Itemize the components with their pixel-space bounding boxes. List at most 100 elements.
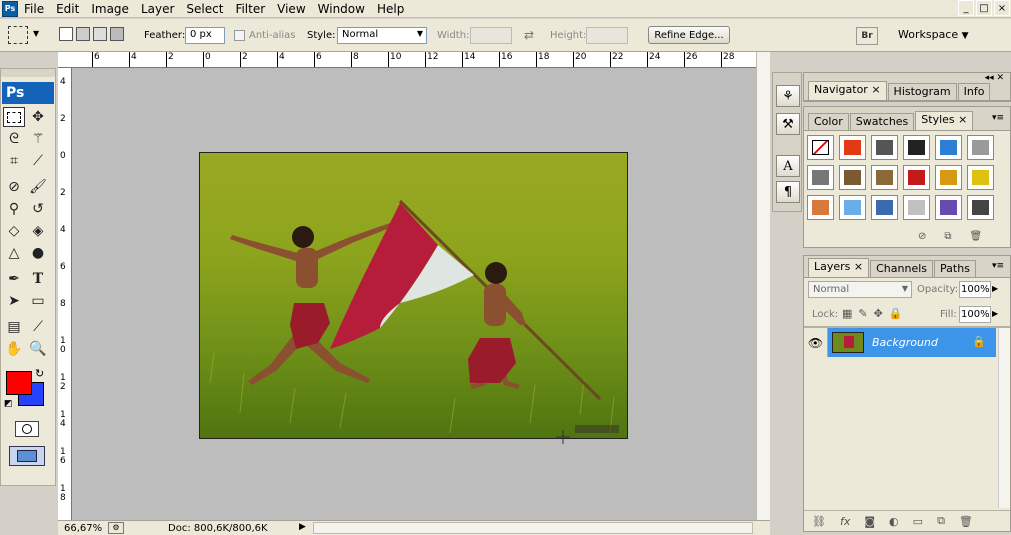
- none-style-swatch[interactable]: [807, 135, 834, 160]
- screen-mode-icon[interactable]: [9, 446, 45, 466]
- tool-presets-panel-icon[interactable]: ⚒: [776, 113, 800, 135]
- tab-histogram[interactable]: Histogram: [887, 83, 957, 100]
- rectangle-shape-tool-icon[interactable]: ▭: [27, 291, 49, 311]
- rainbow-style-swatch[interactable]: [935, 165, 962, 190]
- trash-icon[interactable]: 🗑: [959, 515, 973, 528]
- tab-navigator[interactable]: Navigator ×: [808, 81, 887, 100]
- tab-channels[interactable]: Channels: [870, 260, 934, 277]
- menu-select[interactable]: Select: [180, 0, 229, 18]
- blue-glass-style-swatch[interactable]: [935, 135, 962, 160]
- charcoal-style-swatch[interactable]: [967, 195, 994, 220]
- tab-info[interactable]: Info: [957, 83, 991, 100]
- pen-tool-icon[interactable]: ✒: [3, 269, 25, 289]
- eye-visibility-icon[interactable]: 👁: [804, 328, 828, 357]
- feather-input[interactable]: 0 px: [185, 27, 225, 44]
- notes-tool-icon[interactable]: ▤: [3, 317, 25, 337]
- history-brush-tool-icon[interactable]: ↺: [27, 199, 49, 219]
- chevron-down-icon[interactable]: ▼: [33, 29, 39, 38]
- lock-all-icon[interactable]: 🔒: [889, 307, 903, 320]
- panel-collapse-icon[interactable]: ◂◂ ✕: [985, 73, 1004, 83]
- marquee-tool-icon[interactable]: [3, 107, 25, 127]
- zoom-level[interactable]: 66,67%: [64, 523, 102, 534]
- menu-edit[interactable]: Edit: [50, 0, 85, 18]
- path-selection-tool-icon[interactable]: ➤: [3, 291, 25, 311]
- zoom-tool-icon[interactable]: 🔍: [27, 339, 49, 359]
- close-icon[interactable]: ×: [854, 260, 863, 273]
- eraser-tool-icon[interactable]: ◇: [3, 221, 25, 241]
- rectangular-marquee-preset-icon[interactable]: [8, 26, 28, 44]
- sky-style-swatch[interactable]: [871, 195, 898, 220]
- anti-alias-checkbox[interactable]: [234, 30, 245, 41]
- quick-mask-mode-icon[interactable]: [15, 421, 39, 437]
- menu-layer[interactable]: Layer: [135, 0, 180, 18]
- new-style-icon[interactable]: ⧉: [944, 231, 951, 242]
- pattern-style-swatch[interactable]: [903, 195, 930, 220]
- fx-icon[interactable]: fx: [840, 515, 850, 528]
- tab-layers[interactable]: Layers ×: [808, 258, 870, 277]
- new-selection-icon[interactable]: [59, 27, 73, 41]
- character-panel-icon[interactable]: A: [776, 155, 800, 177]
- blur-tool-icon[interactable]: △: [3, 243, 25, 263]
- hand-tool-icon[interactable]: ✋: [3, 339, 25, 359]
- clear-style-icon[interactable]: ⊘: [918, 231, 926, 242]
- paint-bucket-tool-icon[interactable]: ◈: [27, 221, 49, 241]
- lock-pixels-icon[interactable]: ✎: [858, 307, 867, 320]
- chevron-right-icon[interactable]: ▶: [992, 309, 998, 318]
- maximize-button[interactable]: □: [976, 0, 992, 16]
- new-layer-icon[interactable]: ⧉: [937, 514, 945, 528]
- purple-style-swatch[interactable]: [935, 195, 962, 220]
- swap-dimensions-icon[interactable]: ⇄: [524, 28, 534, 42]
- move-tool-icon[interactable]: ✥: [27, 107, 49, 127]
- chrome-style-swatch[interactable]: [807, 165, 834, 190]
- black-button-style-swatch[interactable]: [903, 135, 930, 160]
- healing-brush-tool-icon[interactable]: ⊘: [3, 177, 25, 197]
- link-layers-icon[interactable]: ⛓: [812, 515, 826, 528]
- clone-stamp-tool-icon[interactable]: ⚲: [3, 199, 25, 219]
- brown-style-swatch[interactable]: [839, 165, 866, 190]
- type-tool-icon[interactable]: T: [27, 269, 49, 289]
- yellow-style-swatch[interactable]: [967, 165, 994, 190]
- red-glow-style-swatch[interactable]: [839, 135, 866, 160]
- menu-help[interactable]: Help: [371, 0, 410, 18]
- width-input[interactable]: [470, 27, 512, 44]
- magic-wand-tool-icon[interactable]: ⚚: [27, 129, 49, 149]
- panel-menu-icon[interactable]: ▾≡: [992, 261, 1004, 271]
- menu-file[interactable]: File: [18, 0, 50, 18]
- refine-edge-button[interactable]: Refine Edge...: [648, 26, 730, 44]
- add-to-selection-icon[interactable]: [76, 27, 90, 41]
- slice-tool-icon[interactable]: ⟋: [27, 151, 49, 171]
- lock-transparent-icon[interactable]: ▦: [842, 307, 852, 320]
- chevron-right-icon[interactable]: ▶: [992, 284, 998, 293]
- brush-tool-icon[interactable]: 🖌: [27, 177, 49, 197]
- eyedropper-tool-icon[interactable]: ⟋: [27, 317, 49, 337]
- status-menu-arrow-icon[interactable]: ▶: [299, 522, 306, 532]
- document-image[interactable]: [199, 152, 628, 439]
- menu-filter[interactable]: Filter: [229, 0, 271, 18]
- fill-input[interactable]: 100%: [959, 306, 991, 323]
- lasso-tool-icon[interactable]: ᘓ: [3, 129, 25, 149]
- close-icon[interactable]: ×: [871, 83, 880, 96]
- lock-position-icon[interactable]: ✥: [874, 307, 883, 320]
- workspace-button[interactable]: Workspace ▼: [898, 28, 969, 41]
- subtract-from-selection-icon[interactable]: [93, 27, 107, 41]
- menu-image[interactable]: Image: [85, 0, 135, 18]
- menu-view[interactable]: View: [271, 0, 311, 18]
- add-mask-icon[interactable]: ◙: [864, 515, 875, 528]
- light-blue-style-swatch[interactable]: [839, 195, 866, 220]
- height-input[interactable]: [586, 27, 628, 44]
- blend-mode-select[interactable]: Normal ▼: [808, 281, 912, 298]
- swap-colors-icon[interactable]: ↻: [35, 367, 44, 380]
- gray-style-swatch[interactable]: [967, 135, 994, 160]
- minimize-button[interactable]: _: [958, 0, 974, 16]
- close-icon[interactable]: ×: [958, 113, 967, 126]
- layers-scrollbar[interactable]: [998, 328, 1010, 508]
- brushes-panel-icon[interactable]: ⚘: [776, 85, 800, 107]
- dodge-tool-icon[interactable]: ●: [27, 243, 49, 263]
- tab-paths[interactable]: Paths: [934, 260, 976, 277]
- canvas-vertical-scrollbar[interactable]: [756, 52, 770, 520]
- trash-icon[interactable]: 🗑: [970, 231, 983, 242]
- tab-swatches[interactable]: Swatches: [849, 113, 915, 130]
- layer-name[interactable]: Background: [872, 336, 938, 349]
- panel-menu-icon[interactable]: ▾≡: [992, 113, 1004, 123]
- adjustment-layer-icon[interactable]: ◐: [889, 515, 899, 528]
